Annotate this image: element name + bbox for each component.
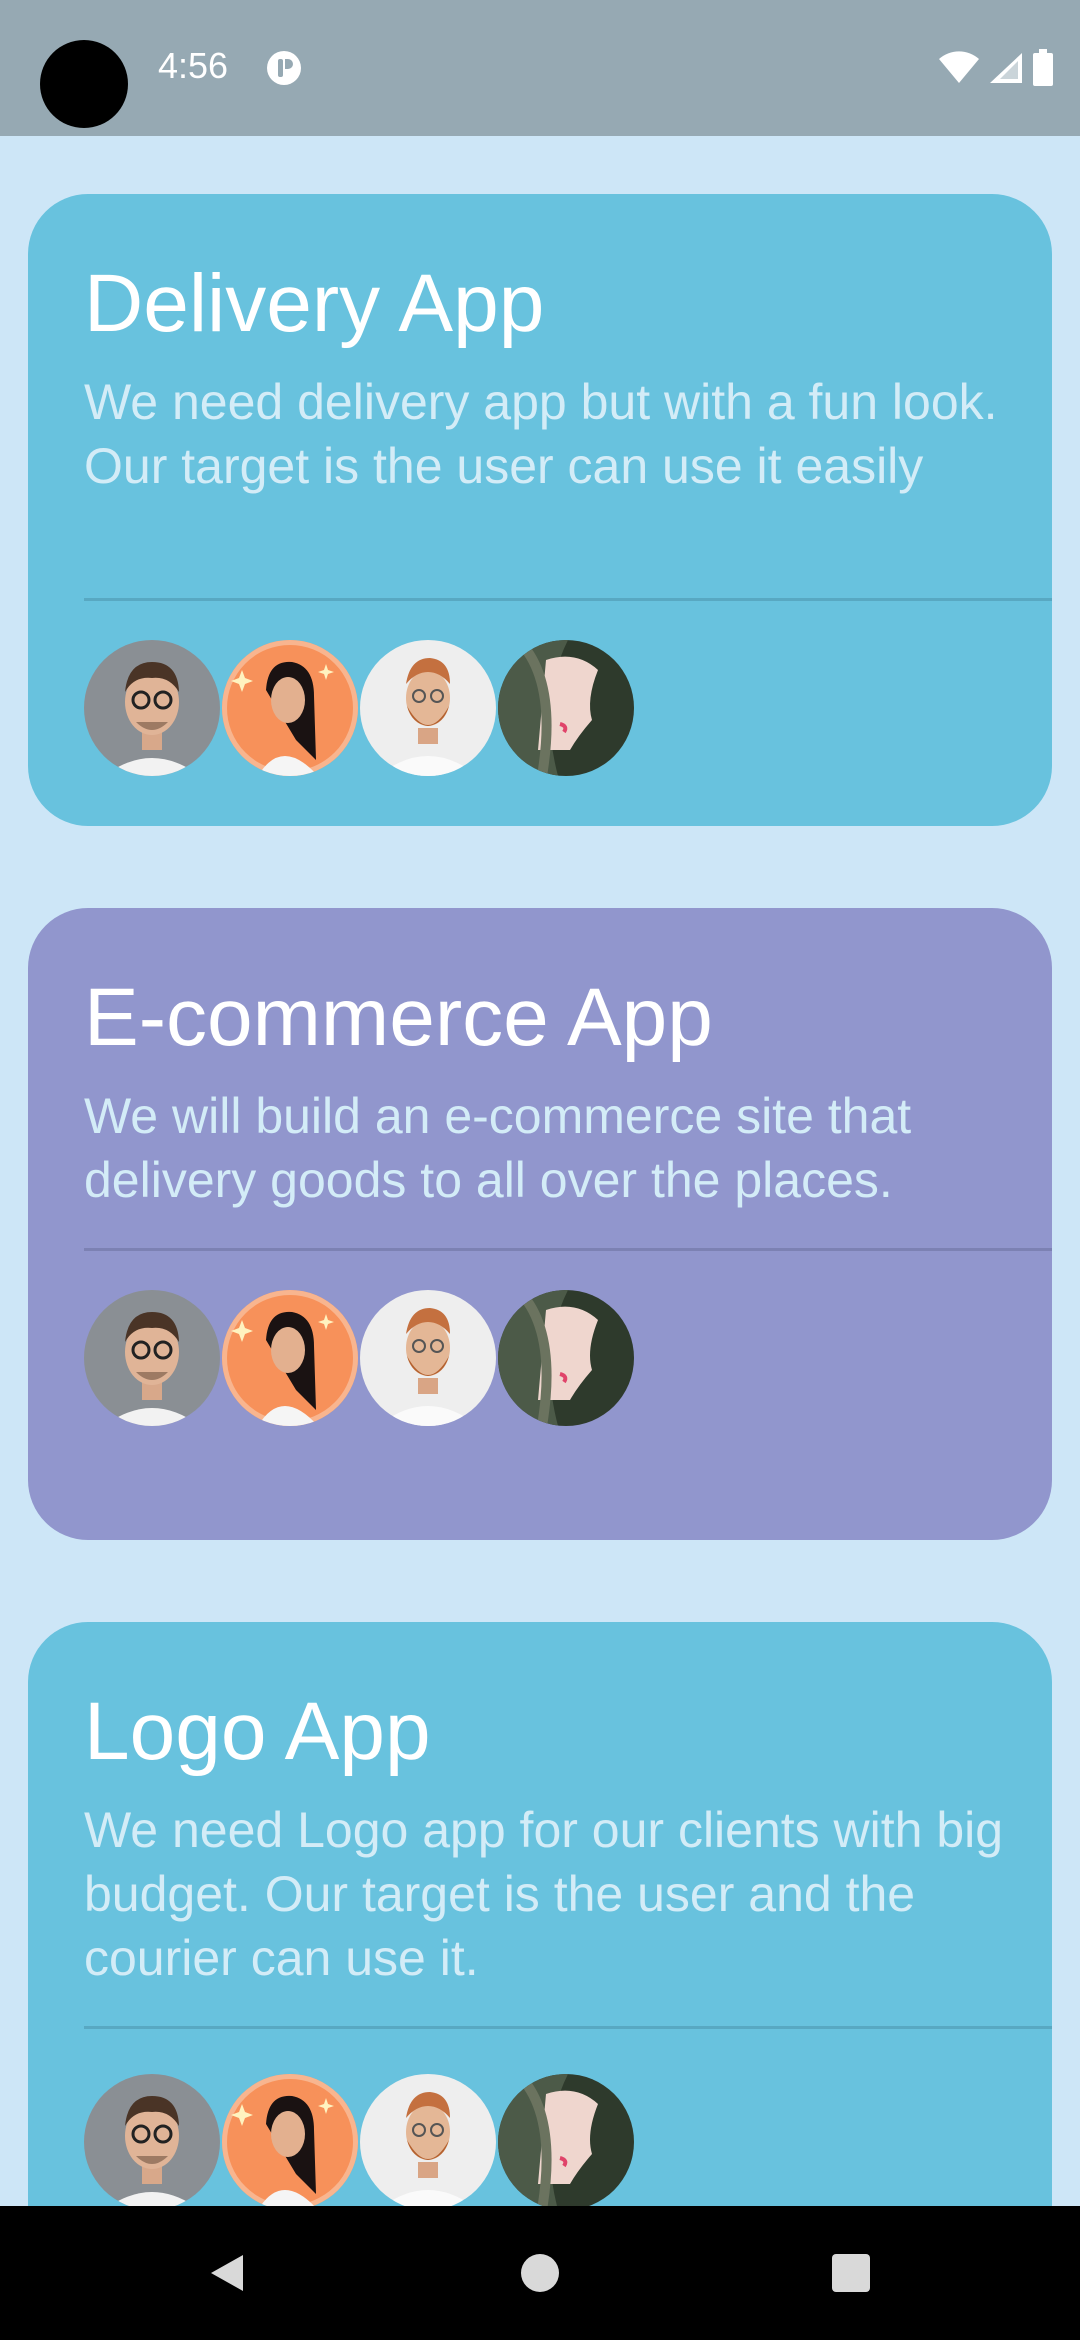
- avatar-woman-profile: [498, 640, 634, 776]
- project-title: E-commerce App: [84, 972, 713, 1063]
- avatar-man-glasses: [84, 1290, 220, 1426]
- home-icon[interactable]: [473, 2206, 607, 2340]
- card-divider: [84, 1248, 1052, 1251]
- member-avatars: [84, 2074, 634, 2206]
- project-title: Logo App: [84, 1686, 431, 1777]
- project-card-delivery[interactable]: Delivery App We need delivery app but wi…: [28, 194, 1052, 826]
- avatar-man-beard: [360, 640, 496, 776]
- navigation-bar: [0, 2206, 1080, 2340]
- status-bar: 4:56: [0, 0, 1080, 136]
- project-description: We will build an e-commerce site that de…: [84, 1088, 912, 1208]
- wifi-icon: [938, 51, 980, 85]
- battery-icon: [1032, 49, 1054, 87]
- signal-icon: [988, 51, 1024, 85]
- project-description: We need delivery app but with a fun look…: [84, 374, 998, 494]
- project-title: Delivery App: [84, 258, 545, 349]
- project-description: We need Logo app for our clients with bi…: [84, 1802, 1004, 1986]
- avatar-woman-orange: [222, 640, 358, 776]
- member-avatars: [84, 640, 634, 776]
- member-avatars: [84, 1290, 634, 1426]
- card-divider: [84, 598, 1052, 601]
- project-list[interactable]: Delivery App We need delivery app but wi…: [28, 136, 1052, 2206]
- notification-icon: [266, 50, 302, 86]
- card-divider: [84, 2026, 1052, 2029]
- camera-cutout: [40, 40, 128, 128]
- project-card-logo[interactable]: Logo App We need Logo app for our client…: [28, 1622, 1052, 2206]
- avatar-woman-orange: [222, 1290, 358, 1426]
- avatar-man-glasses: [84, 640, 220, 776]
- status-clock: 4:56: [158, 45, 229, 86]
- avatar-woman-profile: [498, 2074, 634, 2206]
- status-icons: [938, 48, 1054, 88]
- back-icon[interactable]: [160, 2206, 294, 2340]
- project-card-ecommerce[interactable]: E-commerce App We will build an e-commer…: [28, 908, 1052, 1540]
- avatar-woman-orange: [222, 2074, 358, 2206]
- avatar-woman-profile: [498, 1290, 634, 1426]
- avatar-man-glasses: [84, 2074, 220, 2206]
- avatar-man-beard: [360, 2074, 496, 2206]
- avatar-man-beard: [360, 1290, 496, 1426]
- recents-icon[interactable]: [784, 2206, 918, 2340]
